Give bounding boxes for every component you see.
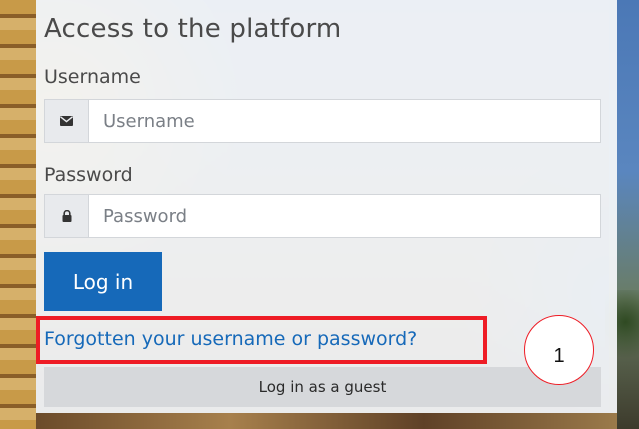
username-label: Username	[44, 66, 141, 88]
envelope-icon	[45, 100, 89, 142]
lock-icon	[45, 195, 89, 237]
login-button[interactable]: Log in	[44, 252, 162, 311]
forgot-password-link[interactable]: Forgotten your username or password?	[44, 328, 417, 350]
background-strip	[36, 413, 617, 429]
callout-number-badge: 1	[524, 315, 594, 385]
password-input[interactable]	[89, 195, 600, 237]
background-building-left	[0, 0, 36, 429]
page-title: Access to the platform	[44, 14, 342, 44]
guest-login-button[interactable]: Log in as a guest	[44, 367, 601, 407]
username-input[interactable]	[89, 100, 600, 142]
password-input-group	[44, 194, 601, 238]
password-label: Password	[44, 164, 133, 186]
username-input-group	[44, 99, 601, 143]
